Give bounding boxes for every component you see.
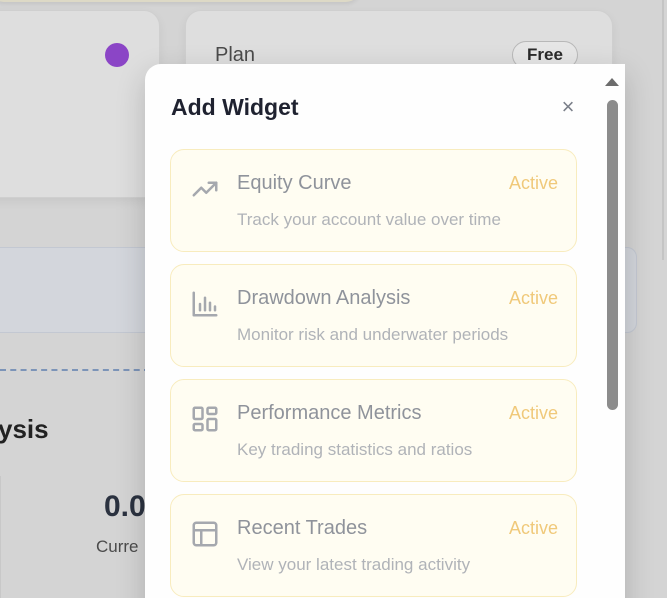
widget-option-equity-curve[interactable]: Equity Curve Active Track your account v… xyxy=(170,149,577,252)
modal-title: Add Widget xyxy=(171,94,299,120)
section-title: ysis xyxy=(0,414,49,444)
widget-name: Equity Curve xyxy=(237,172,352,194)
widget-name: Performance Metrics xyxy=(237,402,422,424)
stat-caption: Curre xyxy=(96,537,139,556)
status-dot xyxy=(105,43,129,67)
top-bar xyxy=(0,0,360,2)
scroll-up-arrow-icon[interactable] xyxy=(605,78,619,86)
widget-description: Key trading statistics and ratios xyxy=(237,440,473,459)
widget-option-drawdown-analysis[interactable]: Drawdown Analysis Active Monitor risk an… xyxy=(170,264,577,367)
scrollbar-thumb[interactable] xyxy=(607,100,618,410)
table-layout-icon xyxy=(190,519,220,549)
summary-card xyxy=(0,10,160,198)
layout-grid-icon xyxy=(190,404,220,434)
stat-value: 0.0 xyxy=(104,490,146,523)
bar-chart-icon xyxy=(190,289,220,319)
status-badge: Active xyxy=(508,288,558,308)
status-badge: Active xyxy=(508,518,558,538)
dashed-divider xyxy=(0,369,150,371)
status-badge: Active xyxy=(508,403,558,423)
widget-description: Track your account value over time xyxy=(237,210,501,229)
widget-list: Equity Curve Active Track your account v… xyxy=(170,149,578,598)
widget-description: Monitor risk and underwater periods xyxy=(237,325,509,344)
close-button[interactable]: × xyxy=(557,96,579,118)
widget-option-recent-trades[interactable]: Recent Trades Active View your latest tr… xyxy=(170,494,577,597)
widget-description: View your latest trading activity xyxy=(237,555,471,574)
widget-name: Recent Trades xyxy=(237,517,368,539)
trending-up-icon xyxy=(190,174,220,204)
status-badge: Active xyxy=(508,173,558,193)
widget-option-performance-metrics[interactable]: Performance Metrics Active Key trading s… xyxy=(170,379,577,482)
add-widget-modal: Add Widget × Equity Curve Active Track y… xyxy=(145,64,625,598)
widget-name: Drawdown Analysis xyxy=(237,287,411,309)
page-edge xyxy=(662,0,664,260)
